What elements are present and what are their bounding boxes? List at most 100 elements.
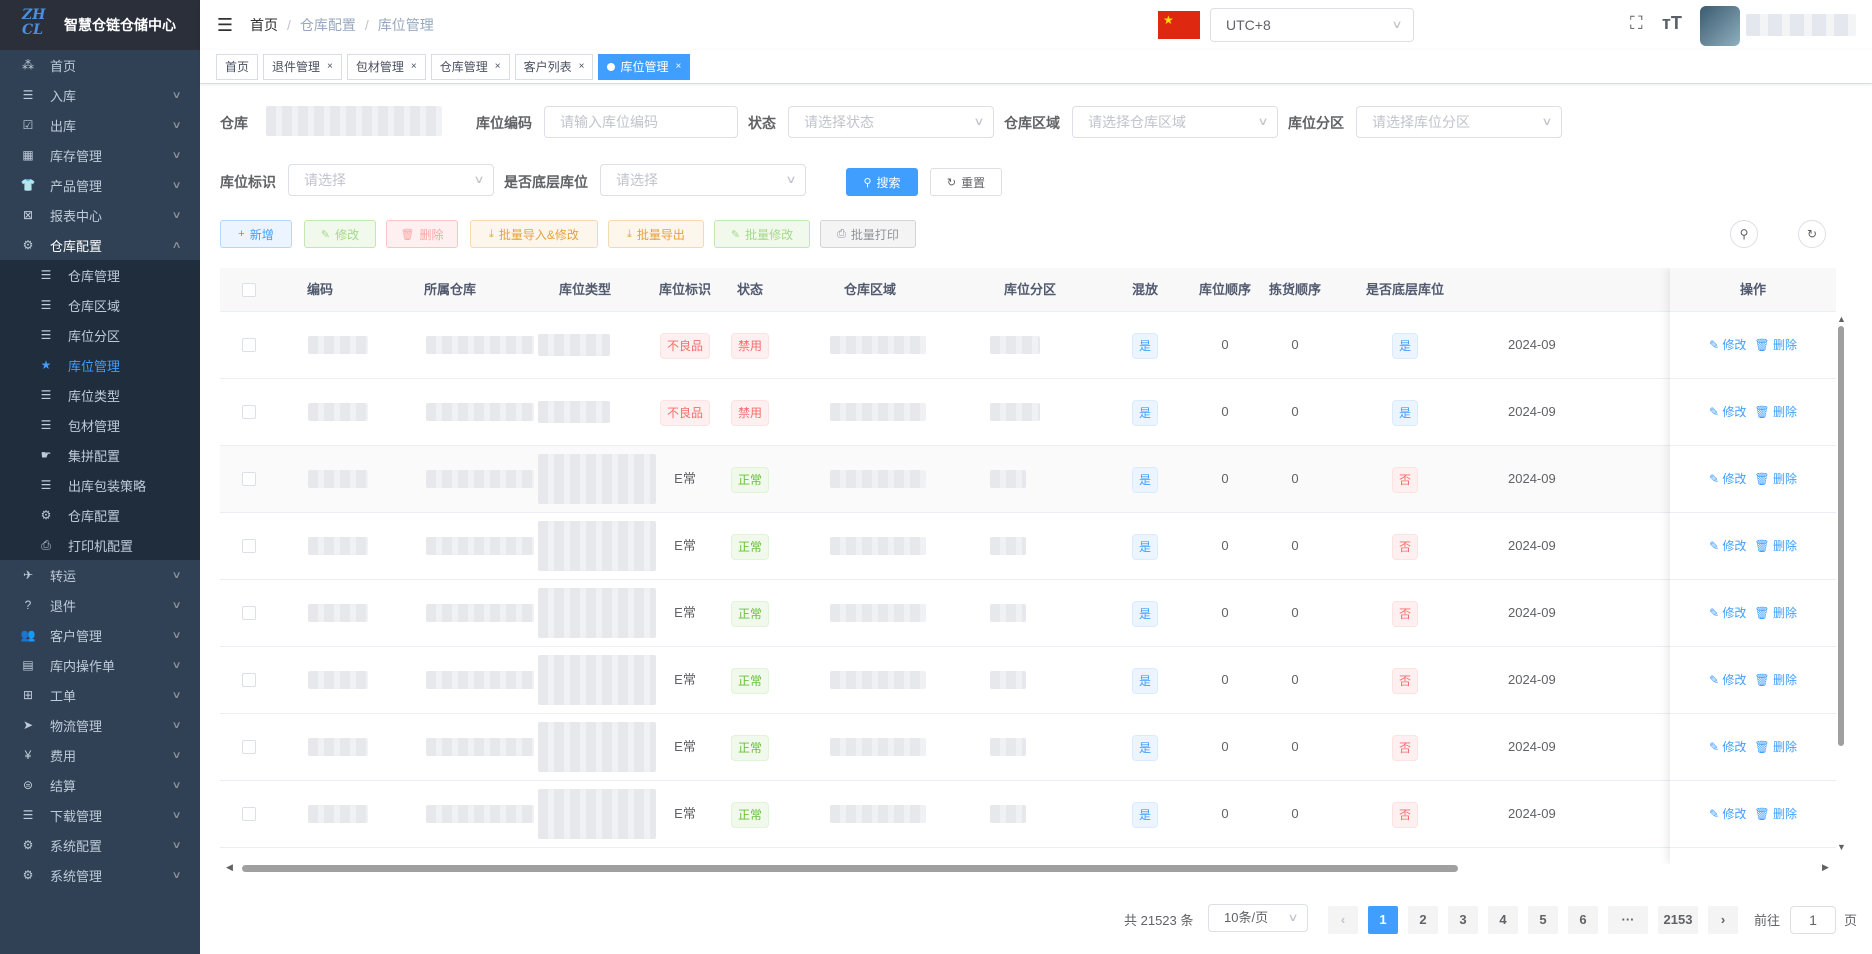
menu-item-inventory[interactable]: ▦ 库存管理 ∨ — [0, 140, 200, 170]
row-checkbox[interactable] — [242, 539, 256, 553]
tab-2[interactable]: 包材管理 × — [346, 53, 426, 80]
avatar[interactable] — [1700, 6, 1740, 46]
menu-item-location-type[interactable]: ☰ 库位类型 — [0, 380, 200, 410]
table-row[interactable]: E常 正常 是 0 0 否 2024-09 — [220, 513, 1836, 580]
menu-item-sys-config[interactable]: ⚙ 系统配置 ∨ — [0, 830, 200, 860]
row-delete-link[interactable]: 🗑 删除 — [1754, 807, 1797, 821]
menu-item-sys-manage[interactable]: ⚙ 系统管理 ∨ — [0, 860, 200, 890]
row-delete-link[interactable]: 🗑 删除 — [1754, 338, 1797, 352]
close-icon[interactable]: × — [327, 55, 333, 79]
table-row[interactable]: E常 正常 是 0 0 否 2024-09 — [220, 714, 1836, 781]
more-pages-button[interactable]: ··· — [1608, 906, 1648, 934]
close-icon[interactable]: × — [411, 55, 417, 79]
header-col-3[interactable]: 库位标识 — [650, 268, 720, 312]
table-row[interactable]: 不良品 禁用 是 0 0 是 2024-09 — [220, 379, 1836, 446]
page-size-select[interactable]: 10条/页 ∨ — [1208, 904, 1308, 932]
page-2[interactable]: 2 — [1408, 906, 1438, 934]
bottom-select[interactable]: 请选择 ∨ — [600, 164, 806, 196]
batch-import-button[interactable]: ⤓ 批量导入&修改 — [470, 220, 598, 248]
horizontal-scrollbar[interactable]: ◀ ▶ — [222, 861, 1836, 875]
breadcrumb-home[interactable]: 首页 — [250, 15, 278, 35]
tab-3[interactable]: 仓库管理 × — [430, 53, 510, 80]
menu-item-consolidation-config[interactable]: ☛ 集拼配置 — [0, 440, 200, 470]
page-last[interactable]: 2153 — [1658, 906, 1698, 934]
row-edit-link[interactable]: ✎ 修改 — [1709, 472, 1746, 486]
fullscreen-icon[interactable]: ⛶ — [1630, 13, 1643, 34]
batch-export-button[interactable]: ⤓ 批量导出 — [608, 220, 704, 248]
menu-item-inner-ops[interactable]: ▤ 库内操作单 ∨ — [0, 650, 200, 680]
menu-item-location-zone[interactable]: ☰ 库位分区 — [0, 320, 200, 350]
table-row[interactable]: E常 正常 是 0 0 否 2024-09 — [220, 781, 1836, 848]
status-select[interactable]: 请选择状态 ∨ — [788, 106, 994, 138]
row-checkbox[interactable] — [242, 472, 256, 486]
menu-item-fee[interactable]: ¥ 费用 ∨ — [0, 740, 200, 770]
row-edit-link[interactable]: ✎ 修改 — [1709, 539, 1746, 553]
menu-item-product[interactable]: 👕 产品管理 ∨ — [0, 170, 200, 200]
menu-item-location-manage[interactable]: ★ 库位管理 — [0, 350, 200, 380]
reset-button[interactable]: ↻ 重置 — [930, 168, 1002, 196]
row-edit-link[interactable]: ✎ 修改 — [1709, 807, 1746, 821]
tab-1[interactable]: 退件管理 × — [263, 53, 342, 80]
table-row[interactable]: E常 正常 是 0 0 否 2024-09 — [220, 580, 1836, 647]
vertical-scrollbar[interactable]: ▲ ▼ — [1836, 314, 1846, 854]
page-3[interactable]: 3 — [1448, 906, 1478, 934]
row-checkbox[interactable] — [242, 606, 256, 620]
row-edit-link[interactable]: ✎ 修改 — [1709, 740, 1746, 754]
menu-item-outbound[interactable]: ☑ 出库 ∨ — [0, 110, 200, 140]
prev-page-button[interactable]: ‹ — [1328, 906, 1358, 934]
location-code-input[interactable]: 请输入库位编码 — [544, 106, 738, 138]
tab-4[interactable]: 客户列表 × — [514, 53, 594, 80]
row-checkbox[interactable] — [242, 673, 256, 687]
tab-5[interactable]: 库位管理 × — [598, 53, 691, 80]
tab-0[interactable]: 首页 — [216, 53, 259, 80]
row-delete-link[interactable]: 🗑 删除 — [1754, 740, 1797, 754]
row-edit-link[interactable]: ✎ 修改 — [1709, 606, 1746, 620]
next-page-button[interactable]: › — [1708, 906, 1738, 934]
refresh-icon[interactable]: ↻ — [1798, 220, 1826, 248]
menu-item-printer-config[interactable]: ⎙ 打印机配置 — [0, 530, 200, 560]
search-button[interactable]: ⚲ 搜索 — [846, 168, 918, 196]
close-icon[interactable]: × — [675, 55, 681, 79]
menu-item-warehouse-manage[interactable]: ☰ 仓库管理 — [0, 260, 200, 290]
batch-edit-button[interactable]: ✎ 批量修改 — [714, 220, 810, 248]
select-all-checkbox[interactable] — [242, 283, 256, 297]
header-col-0[interactable]: 编码 — [260, 268, 380, 312]
delete-button[interactable]: 🗑 删除 — [386, 220, 458, 248]
page-4[interactable]: 4 — [1488, 906, 1518, 934]
timezone-select[interactable]: UTC+8 ∨ — [1210, 8, 1414, 42]
mark-select[interactable]: 请选择 ∨ — [288, 164, 494, 196]
header-col-5[interactable]: 仓库区域 — [780, 268, 960, 312]
add-button[interactable]: + 新增 — [220, 220, 292, 248]
menu-item-work-order[interactable]: ⊞ 工单 ∨ — [0, 680, 200, 710]
toggle-search-icon[interactable]: ⚲ — [1730, 220, 1758, 248]
row-checkbox[interactable] — [242, 807, 256, 821]
batch-print-button[interactable]: ⎙ 批量打印 — [820, 220, 916, 248]
menu-item-warehouse-setting[interactable]: ⚙ 仓库配置 — [0, 500, 200, 530]
row-delete-link[interactable]: 🗑 删除 — [1754, 472, 1797, 486]
close-icon[interactable]: × — [579, 55, 585, 79]
goto-page-input[interactable]: 1 — [1790, 906, 1836, 934]
header-col-6[interactable]: 库位分区 — [960, 268, 1100, 312]
menu-item-warehouse-area[interactable]: ☰ 仓库区域 — [0, 290, 200, 320]
menu-item-report[interactable]: ⊠ 报表中心 ∨ — [0, 200, 200, 230]
font-size-icon[interactable]: тT — [1662, 13, 1682, 34]
header-col-1[interactable]: 所属仓库 — [380, 268, 520, 312]
row-delete-link[interactable]: 🗑 删除 — [1754, 405, 1797, 419]
page-6[interactable]: 6 — [1568, 906, 1598, 934]
row-edit-link[interactable]: ✎ 修改 — [1709, 338, 1746, 352]
row-delete-link[interactable]: 🗑 删除 — [1754, 539, 1797, 553]
scroll-up-icon[interactable]: ▲ — [1837, 314, 1846, 324]
menu-item-packing-manage[interactable]: ☰ 包材管理 — [0, 410, 200, 440]
header-col-4[interactable]: 状态 — [720, 268, 780, 312]
page-5[interactable]: 5 — [1528, 906, 1558, 934]
menu-item-return[interactable]: ? 退件 ∨ — [0, 590, 200, 620]
area-select[interactable]: 请选择仓库区域 ∨ — [1072, 106, 1278, 138]
table-row[interactable]: E常 正常 是 0 0 否 2024-09 — [220, 446, 1836, 513]
header-col-7[interactable]: 混放 — [1100, 268, 1190, 312]
scroll-right-icon[interactable]: ▶ — [1822, 862, 1829, 873]
header-col-8[interactable]: 库位顺序 — [1190, 268, 1260, 312]
row-delete-link[interactable]: 🗑 删除 — [1754, 673, 1797, 687]
header-col-9[interactable]: 拣货顺序 — [1260, 268, 1330, 312]
menu-item-customer[interactable]: 👥 客户管理 ∨ — [0, 620, 200, 650]
close-icon[interactable]: × — [495, 55, 501, 79]
